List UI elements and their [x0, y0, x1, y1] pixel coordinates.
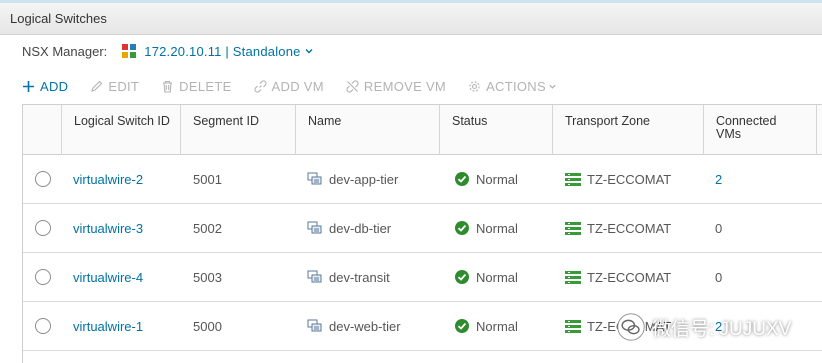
transport-zone-icon — [565, 173, 581, 186]
transport-zone-icon — [565, 320, 581, 333]
row-select-radio[interactable] — [35, 204, 51, 252]
actions-menu-button[interactable]: ACTIONS — [468, 79, 557, 94]
column-header-connected-vms[interactable]: Connected VMs — [704, 105, 804, 155]
add-button[interactable]: ADD — [22, 79, 68, 94]
edit-label: EDIT — [108, 78, 140, 94]
add-vm-label: ADD VM — [271, 78, 324, 94]
status: Normal — [454, 302, 518, 350]
row-select-radio[interactable] — [35, 253, 51, 301]
connected-vms: 0 — [715, 220, 723, 236]
window-title: Logical Switches — [10, 11, 107, 26]
delete-button[interactable]: DELETE — [161, 79, 231, 94]
remove-vm-label: REMOVE VM — [363, 78, 447, 94]
connected-vms-link[interactable]: 2 — [715, 155, 722, 203]
transport-zone-icon — [565, 271, 581, 284]
switch-name: dev-db-tier — [307, 204, 391, 252]
connected-vms: 0 — [715, 269, 723, 285]
segment-id: 5002 — [193, 220, 222, 236]
transport-zone: TZ-ECCOMAT — [565, 204, 671, 252]
chevron-down-icon — [549, 84, 556, 89]
wechat-logo-icon — [617, 313, 645, 341]
column-divider — [439, 105, 440, 155]
switch-id-link[interactable]: virtualwire-3 — [73, 204, 143, 252]
check-circle-icon — [455, 221, 469, 235]
nsx-manager-icon — [122, 44, 137, 58]
column-header-switch-id[interactable]: Logical Switch ID — [62, 105, 180, 155]
table-row[interactable]: virtualwire-4 5003 dev-transit Normal TZ… — [23, 253, 822, 302]
add-label: ADD — [40, 78, 69, 94]
switch-name: dev-web-tier — [307, 302, 401, 350]
add-vm-button[interactable]: ADD VM — [254, 79, 324, 94]
switch-id-link[interactable]: virtualwire-1 — [73, 302, 143, 350]
check-circle-icon — [455, 270, 469, 284]
column-divider — [61, 105, 62, 155]
segment-id: 5001 — [193, 171, 222, 187]
column-divider — [703, 105, 704, 155]
status: Normal — [454, 155, 518, 203]
status: Normal — [454, 253, 518, 301]
link-icon — [254, 80, 267, 92]
transport-zone: TZ-ECCOMAT — [565, 253, 671, 301]
gear-icon — [469, 80, 480, 92]
nsx-manager-label: NSX Manager: — [22, 43, 108, 59]
column-header-transport-zone[interactable]: Transport Zone — [553, 105, 703, 155]
chevron-down-icon — [305, 49, 313, 54]
column-header-name[interactable]: Name — [296, 105, 439, 155]
logical-switch-icon — [307, 221, 322, 234]
pencil-icon — [91, 80, 103, 92]
row-select-radio[interactable] — [35, 302, 51, 350]
table-row[interactable]: virtualwire-2 5001 dev-app-tier Normal T… — [23, 155, 822, 204]
switch-name: dev-transit — [307, 253, 390, 301]
action-toolbar: ADD EDIT DELETE ADD VM REMOVE VM ACTIONS — [22, 76, 579, 96]
column-divider — [295, 105, 296, 155]
check-circle-icon — [455, 172, 469, 186]
plus-icon — [23, 80, 34, 92]
row-select-radio[interactable] — [35, 155, 51, 203]
column-divider — [180, 105, 181, 155]
edit-button[interactable]: EDIT — [90, 79, 139, 94]
segment-id: 5000 — [193, 318, 222, 334]
actions-label: ACTIONS — [486, 78, 546, 94]
unlink-icon — [346, 80, 359, 92]
check-circle-icon — [455, 319, 469, 333]
watermark: 微信号: JUJUXV — [616, 310, 791, 344]
watermark-text: 微信号: JUJUXV — [652, 318, 792, 340]
segment-id: 5003 — [193, 269, 222, 285]
logical-switch-icon — [307, 172, 322, 185]
status: Normal — [454, 204, 518, 252]
trash-icon — [163, 80, 173, 93]
window-titlebar: Logical Switches — [0, 0, 822, 35]
table-row[interactable]: virtualwire-3 5002 dev-db-tier Normal TZ… — [23, 204, 822, 253]
column-header-segment-id[interactable]: Segment ID — [181, 105, 295, 155]
column-divider — [816, 105, 817, 155]
delete-label: DELETE — [179, 78, 232, 94]
remove-vm-button[interactable]: REMOVE VM — [346, 79, 446, 94]
transport-zone-icon — [565, 222, 581, 235]
nsx-manager-dropdown[interactable]: 172.20.10.11 | Standalone — [144, 44, 313, 59]
column-divider — [552, 105, 553, 155]
nsx-manager-value: 172.20.10.11 | Standalone — [144, 43, 301, 59]
logical-switch-icon — [307, 270, 322, 283]
switch-name: dev-app-tier — [307, 155, 398, 203]
nsx-manager-bar: NSX Manager: 172.20.10.11 | Standalone — [22, 42, 314, 60]
logical-switch-icon — [307, 319, 322, 332]
switch-id-link[interactable]: virtualwire-2 — [73, 155, 143, 203]
transport-zone: TZ-ECCOMAT — [565, 155, 671, 203]
switch-id-link[interactable]: virtualwire-4 — [73, 253, 143, 301]
column-header-status[interactable]: Status — [440, 105, 552, 155]
